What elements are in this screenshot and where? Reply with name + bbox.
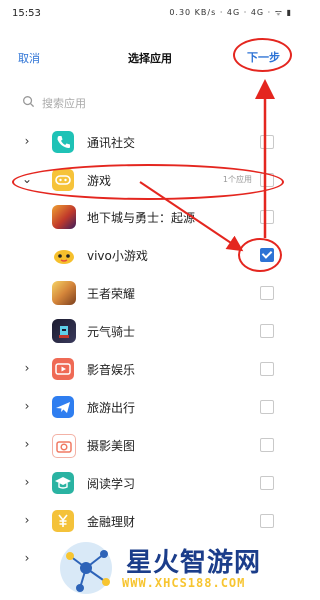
category-row-communication[interactable]: › 通讯社交 [0, 124, 300, 160]
status-time: 15:53 [12, 8, 41, 19]
app-row-honor-of-kings[interactable]: 王者荣耀 [0, 275, 300, 311]
watermark-logo [60, 542, 112, 594]
status-bar: 15:53 0.30 KB/s · 4G · 4G · ᯤ ▮ [0, 0, 300, 28]
chevron-right-icon[interactable]: › [22, 513, 32, 527]
app-label: vivo小游戏 [87, 249, 148, 263]
status-indicators: 0.30 KB/s · 4G · 4G · ᯤ ▮ [169, 8, 292, 17]
category-row-finance[interactable]: › 金融理财 [0, 503, 300, 539]
phone-icon [52, 131, 74, 153]
annotation-circle-checkbox [238, 238, 282, 272]
category-row-travel[interactable]: › 旅游出行 [0, 389, 300, 425]
vivo-minigame-app-icon [52, 243, 76, 267]
chevron-right-icon[interactable]: › [22, 361, 32, 375]
search-input[interactable] [40, 92, 274, 114]
category-label: 金融理财 [87, 515, 136, 529]
category-row-reading[interactable]: › 阅读学习 [0, 465, 300, 501]
checkbox[interactable] [260, 514, 274, 528]
honor-of-kings-app-icon [52, 281, 76, 305]
watermark-url: WWW.XHCS188.COM [122, 576, 246, 590]
app-row-dnf[interactable]: 地下城与勇士：起源 [0, 199, 300, 235]
search-icon [23, 96, 35, 108]
soul-knight-app-icon [52, 319, 76, 343]
watermark: 星火智游网 WWW.XHCS188.COM [40, 536, 300, 600]
app-label: 地下城与勇士：起源 [87, 211, 196, 225]
annotation-circle-next [233, 38, 292, 72]
app-label: 元气骑士 [87, 325, 136, 339]
checkbox[interactable] [260, 286, 274, 300]
checkbox[interactable] [260, 438, 274, 452]
checkbox[interactable] [260, 400, 274, 414]
dnf-app-icon [52, 205, 76, 229]
chevron-right-icon[interactable]: › [22, 551, 32, 565]
checkbox[interactable] [260, 362, 274, 376]
checkbox[interactable] [260, 476, 274, 490]
category-label: 通讯社交 [87, 136, 136, 150]
checkbox[interactable] [260, 324, 274, 338]
plane-icon [52, 396, 74, 418]
chevron-right-icon[interactable]: › [22, 475, 32, 489]
watermark-text: 星火智游网 [126, 548, 262, 578]
category-row-photography[interactable]: › 摄影美图 [0, 427, 300, 463]
category-row-media[interactable]: › 影音娱乐 [0, 351, 300, 387]
app-row-soul-knight[interactable]: 元气骑士 [0, 313, 300, 349]
camera-icon [52, 434, 76, 458]
app-label: 王者荣耀 [87, 287, 136, 301]
chevron-right-icon[interactable]: › [22, 437, 32, 451]
chevron-right-icon[interactable]: › [22, 134, 32, 148]
category-label: 影音娱乐 [87, 363, 136, 377]
category-label: 摄影美图 [87, 439, 136, 453]
checkbox[interactable] [260, 135, 274, 149]
search-bar [22, 92, 277, 114]
graduation-cap-icon [52, 472, 74, 494]
chevron-right-icon[interactable]: › [22, 399, 32, 413]
category-label: 旅游出行 [87, 401, 136, 415]
checkbox[interactable] [260, 210, 274, 224]
yuan-icon [52, 510, 74, 532]
category-label: 阅读学习 [87, 477, 136, 491]
annotation-circle-games [12, 164, 284, 200]
play-icon [52, 358, 74, 380]
